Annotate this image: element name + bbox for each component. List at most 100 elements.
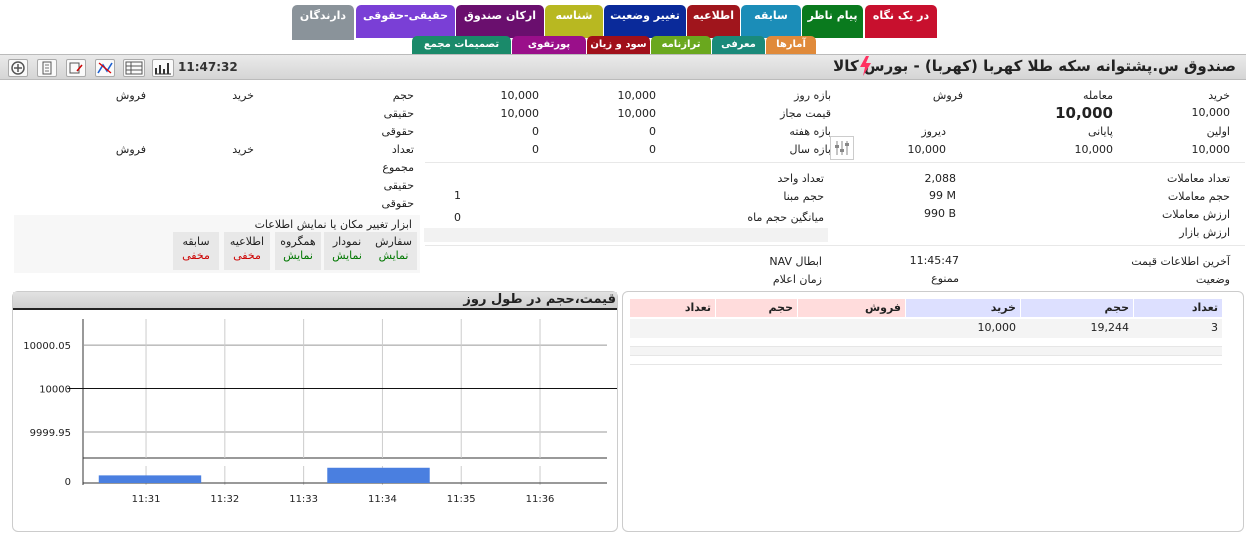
week-range-low: 0 — [649, 125, 656, 138]
toggle-chip-2[interactable]: همگروه نمایش — [275, 232, 321, 270]
announce-time-label: زمان اعلام — [772, 273, 822, 286]
tab-6[interactable]: ارکان صندوق — [456, 5, 544, 38]
trade-value-label: ارزش معاملات — [1162, 208, 1230, 221]
x-tick-label: 11:31 — [132, 494, 161, 505]
subtab-1[interactable]: معرفی — [712, 36, 765, 54]
yesterday-value: 10,000 — [907, 143, 947, 156]
total-label: مجموع — [382, 161, 414, 174]
tab-0[interactable]: در یک نگاه — [865, 5, 937, 38]
last-value: 10,000 — [1074, 143, 1114, 156]
nav-label: NAV ابطال — [769, 255, 822, 268]
toggle-chip-name: نمودار — [332, 235, 362, 248]
subtab-3[interactable]: سود و زیان — [587, 36, 650, 54]
avg-month-volume-label: میانگین حجم ماه — [747, 211, 824, 224]
week-range-label: بازه هفته — [789, 125, 831, 138]
page-title: صندوق س.پشتوانه سکه طلا کهربا (کهربا) - … — [833, 57, 1236, 75]
allowed-price-high: 10,000 — [500, 107, 540, 120]
legal2-label: حقوقی — [381, 197, 414, 210]
buy-label: خرید — [1208, 89, 1230, 102]
last-price-info-label: آخرین اطلاعات قیمت — [1131, 255, 1230, 268]
allowed-price-low: 10,000 — [617, 107, 657, 120]
ct-count-sell-label: فروش — [115, 143, 146, 156]
x-tick-label: 11:32 — [210, 494, 239, 505]
yesterday-label: دیروز — [921, 125, 946, 138]
order-cell-volume_buy: 19,244 — [1090, 321, 1130, 334]
header-count-sell: تعداد — [630, 299, 715, 317]
order-cell-count_buy: 3 — [1211, 321, 1218, 334]
divider — [425, 245, 1245, 246]
allowed-price-label: قیمت مجاز — [780, 107, 831, 120]
header-volume-sell: حجم — [716, 299, 797, 317]
network-icon[interactable] — [95, 59, 115, 77]
trade-label: معامله — [1083, 89, 1113, 102]
header-price-sell: فروش — [798, 299, 905, 317]
tab-7[interactable]: حقیقی-حقوقی — [356, 5, 455, 38]
toggle-chip-state: نمایش — [378, 249, 409, 262]
last-label: پایانی — [1087, 125, 1113, 138]
status-label: وضعیت — [1195, 273, 1230, 286]
tab-2[interactable]: سابقه — [741, 5, 801, 38]
lightning-icon[interactable] — [858, 56, 872, 79]
volume-tick-label: 0 — [65, 477, 71, 488]
toggle-chip-1[interactable]: نمودار نمایش — [324, 232, 370, 270]
toggle-chip-name: سابقه — [182, 235, 210, 248]
toggle-chip-4[interactable]: سابقه مخفی — [173, 232, 219, 270]
base-volume-value: 1 — [454, 189, 461, 202]
document-icon[interactable] — [37, 59, 57, 77]
y-tick-label: 10000 — [39, 385, 71, 396]
subtab-4[interactable]: پورتفوی — [512, 36, 586, 54]
header-price-buy: خرید — [906, 299, 1020, 317]
list-icon[interactable] — [123, 59, 145, 77]
toggle-chip-name: اطلاعیه — [229, 235, 265, 248]
y-tick-label: 9999.95 — [30, 428, 71, 439]
toggle-chip-3[interactable]: اطلاعیه مخفی — [224, 232, 270, 270]
trade-value: 10,000 — [1055, 104, 1113, 122]
toggle-chip-0[interactable]: سفارش نمایش — [370, 232, 417, 270]
real-label: حقیقی — [383, 107, 414, 120]
toggle-chip-state: مخفی — [182, 249, 210, 262]
ct-buy-label: خرید — [232, 89, 254, 102]
trade-volume-value: 99 M — [929, 189, 956, 202]
empty-row — [424, 228, 828, 242]
volume-bar — [327, 467, 430, 483]
day-range-label: بازه روز — [794, 89, 831, 102]
real2-label: حقیقی — [383, 179, 414, 192]
volume-bar — [98, 475, 202, 483]
volume-label: حجم — [392, 89, 414, 102]
toggle-chip-name: سفارش — [375, 235, 412, 248]
x-tick-label: 11:34 — [368, 494, 397, 505]
header-volume-buy: حجم — [1021, 299, 1133, 317]
year-range-low: 0 — [649, 143, 656, 156]
x-tick-label: 11:36 — [526, 494, 555, 505]
subtab-5[interactable]: تصمیمات مجمع — [412, 36, 511, 54]
x-tick-label: 11:35 — [447, 494, 476, 505]
bar-chart-icon[interactable] — [152, 59, 174, 77]
tab-1[interactable]: پیام ناظر — [802, 5, 863, 38]
add-icon[interactable] — [8, 59, 28, 77]
clock-time: 11:47:32 — [178, 60, 238, 74]
tab-4[interactable]: تغییر وضعیت — [604, 5, 686, 38]
subtab-2[interactable]: ترازنامه — [651, 36, 711, 54]
buy-value: 10,000 — [1191, 106, 1231, 119]
year-range-label: بازه سال — [789, 143, 831, 156]
tab-5[interactable]: شناسه — [545, 5, 603, 38]
last-price-info-time: 11:45:47 — [909, 254, 959, 267]
avg-month-volume-value: 0 — [454, 211, 461, 224]
x-tick-label: 11:33 — [289, 494, 318, 505]
subtab-0[interactable]: آمارها — [766, 36, 816, 54]
header-count-buy: تعداد — [1134, 299, 1222, 317]
tab-3[interactable]: اطلاعیه — [687, 5, 740, 38]
sell-label: فروش — [932, 89, 963, 102]
tab-8[interactable]: دارندگان — [292, 5, 354, 40]
divider — [425, 162, 1245, 163]
edit-icon[interactable] — [66, 59, 86, 77]
table-row — [630, 356, 1222, 365]
toggle-chip-state: نمایش — [283, 249, 313, 262]
status-value: ممنوع — [931, 272, 959, 285]
table-row — [630, 347, 1222, 356]
price-volume-chart[interactable]: 10000.05 10000 9999.95 11:31 11:32 11:33 11:34… — [13, 310, 617, 531]
trade-count-label: تعداد معاملات — [1167, 172, 1230, 185]
chart-title: قیمت،حجم در طول روز — [463, 292, 616, 307]
settings-slider-icon[interactable] — [830, 136, 854, 160]
ct-sell-label: فروش — [115, 89, 146, 102]
